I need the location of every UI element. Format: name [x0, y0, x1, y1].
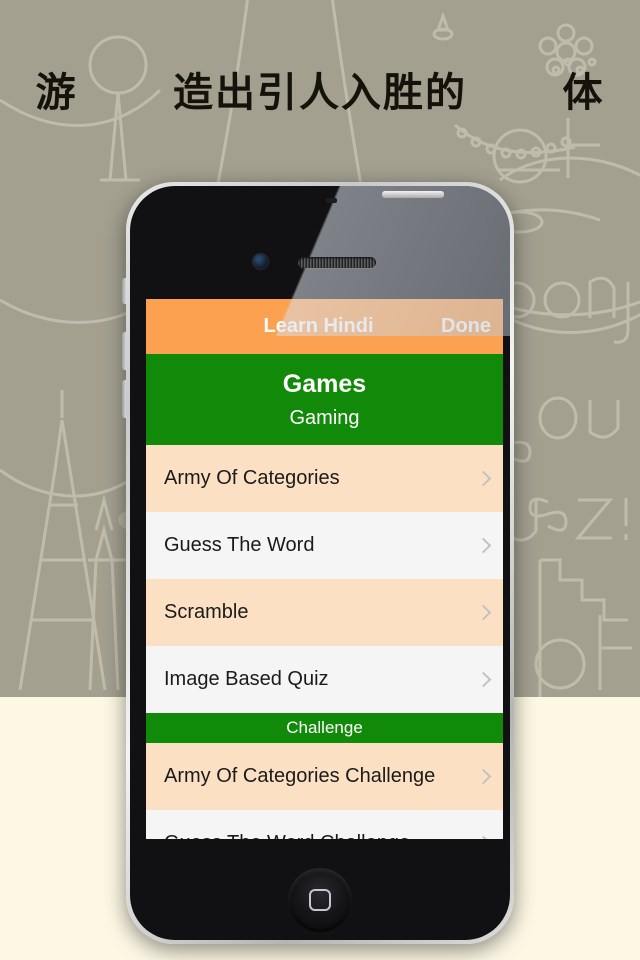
silent-switch[interactable] — [122, 278, 126, 304]
list-item-label: Army Of Categories — [164, 467, 340, 489]
chevron-right-icon — [478, 537, 489, 555]
front-camera-icon — [253, 254, 268, 269]
section-challenge: Challenge Army Of Categories Challenge G… — [146, 713, 503, 839]
earpiece-speaker-icon — [298, 257, 376, 268]
list-item[interactable]: Guess The Word Challenge — [146, 810, 503, 839]
list-item[interactable]: Guess The Word — [146, 512, 503, 579]
promo-headline: 游 造出引人入胜的 体 — [35, 69, 605, 116]
power-button[interactable] — [382, 191, 444, 198]
chevron-right-icon — [478, 768, 489, 786]
volume-down-button[interactable] — [122, 380, 126, 418]
proximity-sensor-icon — [326, 198, 337, 203]
phone-screen: Learn Hindi Done Games Gaming Army Of Ca… — [146, 299, 503, 839]
home-button-icon[interactable] — [288, 868, 352, 932]
list-item-label: Scramble — [164, 601, 249, 623]
done-button[interactable]: Done — [441, 315, 491, 338]
page-subtitle: Gaming — [289, 406, 360, 429]
list-item[interactable]: Army Of Categories — [146, 445, 503, 512]
list-item-label: Guess The Word — [164, 534, 315, 556]
list-item[interactable]: Image Based Quiz — [146, 646, 503, 713]
chevron-right-icon — [478, 671, 489, 689]
chevron-right-icon — [478, 604, 489, 622]
page-title: Games — [282, 369, 367, 398]
list-item-label: Guess The Word Challenge — [164, 832, 478, 839]
phone-device-frame: Learn Hindi Done Games Gaming Army Of Ca… — [122, 182, 514, 944]
chevron-right-icon — [478, 835, 489, 840]
section-games: Army Of Categories Guess The Word Scramb… — [146, 445, 503, 713]
volume-up-button[interactable] — [122, 332, 126, 370]
list-item[interactable]: Scramble — [146, 579, 503, 646]
list-item[interactable]: Army Of Categories Challenge — [146, 743, 503, 810]
phone-body: Learn Hindi Done Games Gaming Army Of Ca… — [130, 186, 510, 940]
navigation-bar: Learn Hindi Done — [146, 299, 503, 354]
page-header: Games Gaming — [146, 354, 503, 445]
promo-backdrop: 游 造出引人入胜的 体 Learn Hindi Done Games Gamin… — [0, 0, 640, 960]
section-header-challenge: Challenge — [146, 713, 503, 743]
list-item-label: Army Of Categories Challenge — [164, 765, 436, 787]
list-item-label: Image Based Quiz — [164, 668, 329, 690]
chevron-right-icon — [478, 470, 489, 488]
home-button-glyph — [309, 889, 331, 911]
